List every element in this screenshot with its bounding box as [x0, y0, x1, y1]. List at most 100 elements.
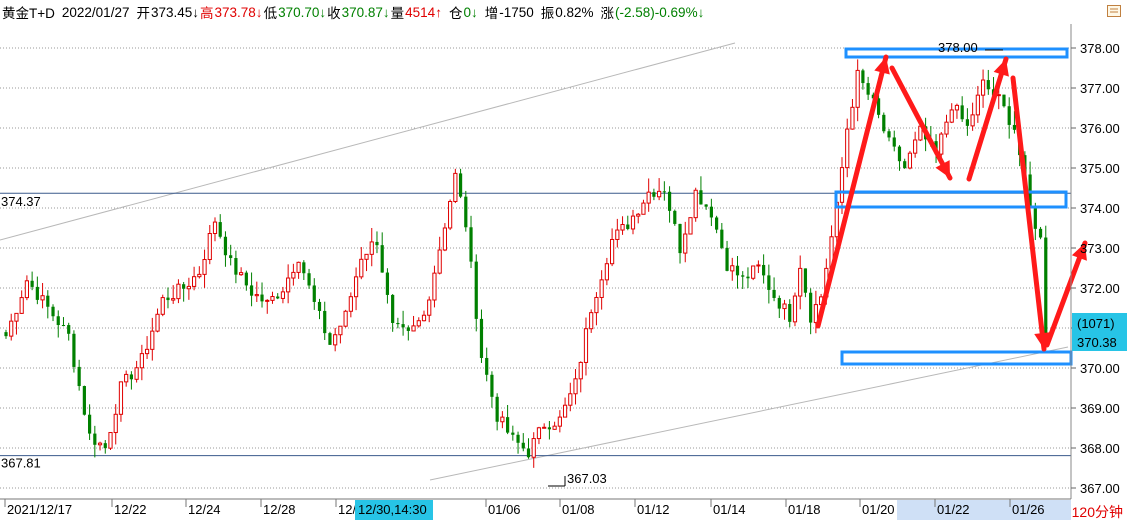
x-tick-label: 01/14 — [713, 502, 746, 517]
quote-date: 2022/01/27 — [61, 4, 130, 20]
candle-body — [416, 320, 421, 327]
peak-label: 378.00 — [938, 40, 978, 55]
candle-up — [536, 426, 542, 445]
candle-down — [547, 420, 551, 440]
candle-body — [234, 258, 238, 275]
candle-body — [448, 200, 453, 229]
candle-down — [495, 393, 499, 431]
candle-down — [474, 254, 478, 332]
candle-down — [302, 260, 306, 280]
candle-body — [986, 80, 990, 90]
candle-body — [792, 295, 798, 323]
candle-down — [772, 277, 776, 302]
current-count: (1071) — [1077, 316, 1115, 331]
candle-up — [782, 299, 787, 320]
candle-up — [192, 266, 197, 291]
horizontal-levels — [0, 192, 1071, 457]
candle-up — [364, 253, 369, 272]
candle-body — [469, 227, 473, 262]
candle-body — [756, 264, 761, 267]
candle-body — [129, 374, 133, 380]
candle-up — [150, 317, 155, 361]
candle-down — [735, 256, 740, 289]
candle-body — [866, 83, 870, 95]
candle-down — [234, 250, 238, 284]
candle-up — [557, 410, 562, 433]
candle-up — [975, 85, 980, 123]
candle-up — [108, 432, 113, 450]
candle-up — [453, 168, 458, 204]
candle-body — [244, 272, 248, 286]
candle-down — [803, 268, 808, 298]
window-restore-icon[interactable] — [1107, 5, 1121, 17]
candle-up — [594, 292, 599, 326]
candle-up — [970, 102, 975, 131]
candle-down — [182, 281, 186, 302]
candlestick-chart[interactable]: 367.00368.00369.00370.00371.00372.00373.… — [0, 0, 1127, 521]
period-selector[interactable]: 120分钟 — [1072, 502, 1123, 522]
candle-up — [296, 261, 301, 279]
candle-down — [673, 209, 677, 226]
candle-up — [160, 294, 165, 317]
candle-body — [171, 298, 176, 301]
candle-body — [715, 217, 719, 230]
level-label-low: 367.81 — [1, 456, 41, 471]
candle-up — [913, 131, 918, 158]
candle-down — [699, 176, 703, 205]
candle-body — [887, 131, 891, 138]
candle-down — [82, 385, 86, 416]
candle-body — [746, 276, 750, 279]
candle-body — [192, 276, 197, 287]
candles — [4, 59, 1048, 468]
candle-body — [903, 161, 907, 169]
candle-body — [662, 191, 666, 193]
volume-value: 4514↑ — [405, 4, 442, 20]
candle-body — [249, 285, 254, 296]
x-tick-label: 12/28 — [263, 502, 296, 517]
candle-up — [610, 228, 615, 267]
candle-body — [1007, 106, 1011, 125]
candle-body — [479, 318, 484, 358]
candle-up — [751, 265, 756, 281]
candle-down — [788, 299, 792, 328]
candle-body — [260, 294, 264, 302]
candle-up — [416, 317, 421, 328]
candle-down — [762, 254, 766, 284]
position-value: 0↓ — [463, 4, 478, 20]
candle-body — [411, 325, 416, 332]
arrow-shaft — [1010, 75, 1047, 352]
candle-up — [604, 257, 609, 286]
x-tick-label: 12/24 — [188, 502, 221, 517]
candle-body — [604, 263, 609, 281]
candle-body — [239, 272, 244, 276]
candle-up — [693, 187, 698, 222]
candle-body — [678, 223, 682, 254]
candle-down — [667, 186, 672, 223]
candle-body — [385, 272, 390, 295]
candle-body — [427, 299, 432, 316]
candle-down — [1002, 94, 1006, 108]
candle-down — [897, 145, 902, 171]
candle-body — [850, 106, 855, 130]
candle-down — [72, 330, 76, 373]
candle-body — [453, 172, 458, 202]
candle-up — [197, 266, 202, 279]
candle-body — [521, 442, 525, 449]
candle-down — [1044, 225, 1048, 348]
candle-down — [678, 223, 682, 264]
candle-up — [949, 103, 954, 124]
candle-body — [615, 229, 620, 240]
candle-body — [485, 357, 489, 375]
x-tick-label: 01/20 — [862, 502, 895, 517]
candle-body — [1033, 205, 1037, 229]
candle-up — [578, 361, 583, 393]
candle-up — [202, 249, 207, 288]
candle-body — [61, 325, 66, 327]
candle-body — [939, 133, 944, 155]
y-tick-label: 375.00 — [1080, 161, 1120, 176]
candle-up — [9, 313, 14, 341]
y-tick-label: 367.00 — [1080, 481, 1120, 496]
candle-body — [620, 224, 625, 231]
candle-up — [19, 290, 24, 314]
candle-body — [777, 297, 781, 309]
